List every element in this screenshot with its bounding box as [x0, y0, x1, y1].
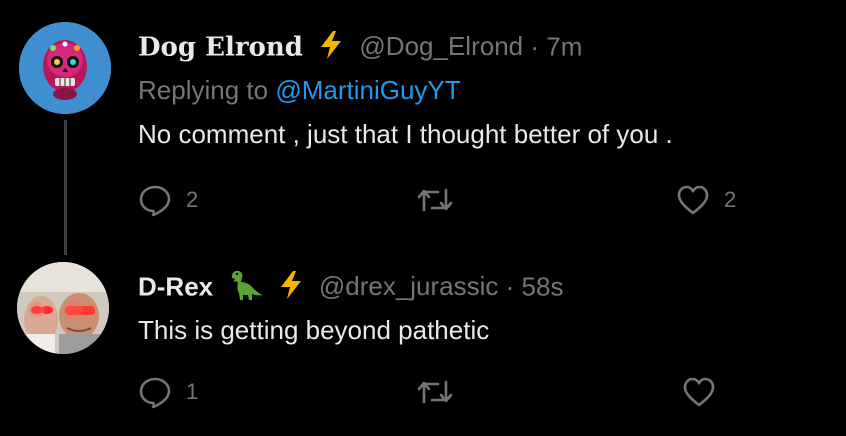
display-name[interactable]: Dog Elrond: [138, 32, 303, 62]
reply-button[interactable]: 1: [138, 372, 198, 412]
like-button[interactable]: 2: [676, 180, 736, 220]
avatar[interactable]: [17, 262, 109, 354]
reply-icon: [139, 377, 171, 409]
sugar-skull-avatar-image: [19, 22, 111, 114]
retweet-button[interactable]: [416, 372, 468, 412]
timestamp[interactable]: 58s: [522, 271, 564, 301]
like-button[interactable]: [682, 372, 730, 412]
retweet-icon: [417, 380, 453, 404]
retweet-button[interactable]: [416, 180, 468, 220]
display-name[interactable]: D-Rex: [138, 271, 213, 301]
avatar[interactable]: [19, 22, 111, 114]
retweet-icon: [417, 188, 453, 212]
replying-to-mention[interactable]: @MartiniGuyYT: [275, 75, 460, 105]
tweet-actions: 2 2: [138, 180, 778, 220]
tweet-header: Dog Elrond @Dog_Elrond · 7m: [138, 30, 582, 67]
tweet-2[interactable]: D-Rex @drex_jurassic · 58s This is getti…: [0, 250, 846, 436]
separator: ·: [530, 31, 540, 62]
thread-line: [64, 120, 67, 255]
like-icon: [683, 377, 715, 407]
reply-count: 1: [186, 379, 199, 404]
separator: ·: [505, 271, 515, 302]
like-icon: [677, 185, 709, 215]
tweet-1[interactable]: Dog Elrond @Dog_Elrond · 7m Replying to …: [0, 0, 846, 255]
handle[interactable]: @Dog_Elrond: [359, 31, 523, 61]
replying-to-line: Replying to @MartiniGuyYT: [138, 74, 461, 106]
timestamp[interactable]: 7m: [546, 31, 582, 61]
tweet-actions: 1: [138, 372, 778, 412]
reply-count: 2: [186, 187, 199, 212]
profile-photo-image: [17, 262, 109, 354]
tweet-text: No comment , just that I thought better …: [138, 119, 673, 149]
dinosaur-icon: [228, 268, 264, 309]
reply-icon: [139, 185, 171, 217]
reply-button[interactable]: 2: [138, 180, 198, 220]
like-count: 2: [724, 187, 737, 212]
tweet-header: D-Rex @drex_jurassic · 58s: [138, 268, 563, 309]
tweet-text: This is getting beyond pathetic: [138, 315, 490, 345]
lightning-icon: [318, 30, 344, 67]
lightning-icon: [278, 270, 304, 307]
handle[interactable]: @drex_jurassic: [319, 271, 499, 301]
replying-prefix: Replying to: [138, 75, 269, 105]
